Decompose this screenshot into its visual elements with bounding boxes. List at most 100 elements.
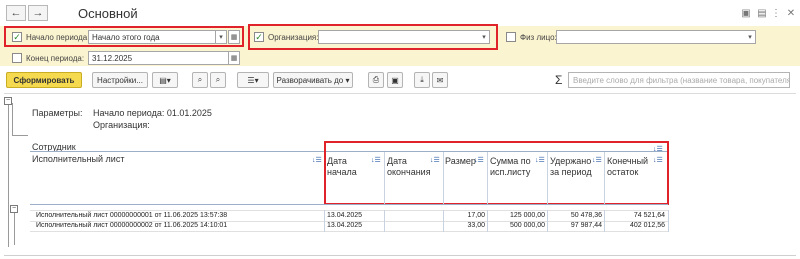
row-balance: 402 012,56 — [629, 222, 665, 229]
search-next-icon: ⌕ — [215, 75, 221, 84]
forward-button[interactable]: → — [28, 5, 48, 21]
expand-button[interactable]: Разворачивать до ▾ — [273, 72, 353, 88]
mail-icon: ✉ — [436, 75, 444, 85]
column-divider — [443, 152, 444, 204]
page-title: Основной — [78, 6, 138, 21]
row-name: Исполнительный лист 00000000001 от 11.06… — [36, 212, 228, 219]
period-end-checkbox[interactable] — [12, 53, 22, 63]
column-header-size: Размер — [445, 156, 476, 166]
outline-branch — [14, 213, 15, 245]
sum-icon[interactable]: Σ — [555, 73, 562, 87]
find-button[interactable]: ⌕ — [192, 72, 208, 88]
row-size: 33,00 — [467, 222, 485, 229]
column-divider — [324, 210, 325, 232]
arrow-right-icon: → — [32, 7, 44, 19]
download-icon: ⤓ — [420, 75, 424, 84]
column-divider — [668, 210, 669, 232]
email-button[interactable]: ✉ — [432, 72, 448, 88]
print-button[interactable]: ⎙ — [368, 72, 384, 88]
person-field[interactable] — [556, 30, 756, 44]
organization-checkbox[interactable]: ✓ — [254, 32, 264, 42]
variant-button[interactable]: ▤▾ — [152, 72, 178, 88]
find-next-button[interactable]: ⌕ — [210, 72, 226, 88]
back-button[interactable]: ← — [6, 5, 26, 21]
column-divider — [547, 210, 548, 232]
print-icon[interactable]: ▤ — [756, 7, 768, 19]
person-label: Физ лицо: — [520, 33, 557, 42]
row-separator — [30, 210, 668, 211]
sort-icon[interactable]: ↓☰ — [474, 156, 484, 164]
column-divider — [604, 152, 605, 204]
save-icon[interactable]: ▣ — [740, 7, 752, 19]
row-balance: 74 521,64 — [633, 212, 665, 219]
search-icon: ⌕ — [197, 75, 203, 84]
row-start: 13.04.2025 — [327, 212, 363, 219]
column-divider — [384, 152, 385, 204]
organization-field[interactable] — [318, 30, 490, 44]
org-line: Организация: — [93, 120, 150, 130]
row-sum: 500 000,00 — [509, 222, 545, 229]
sort-icon[interactable]: ↓☰ — [592, 156, 602, 164]
chevron-down-icon[interactable]: ▾ — [744, 30, 756, 44]
period-end-field[interactable]: 31.12.2025 — [88, 51, 229, 65]
expand-label: Разворачивать до — [276, 75, 344, 85]
period-start-checkbox[interactable]: ✓ — [12, 32, 22, 42]
header-bottom-line — [30, 204, 668, 205]
column-divider — [604, 210, 605, 232]
column-divider — [547, 152, 548, 204]
column-divider — [384, 210, 385, 232]
collapse-icon[interactable]: − — [10, 205, 18, 213]
sort-icon[interactable]: ↓☰ — [653, 145, 663, 153]
outline-branch — [12, 135, 28, 136]
collapse-icon[interactable]: − — [4, 97, 12, 105]
chevron-down-icon[interactable]: ▾ — [215, 30, 227, 44]
row-withheld: 97 987,44 — [570, 222, 602, 229]
column-header-balance: Конечный остаток — [607, 156, 649, 177]
generate-button[interactable]: Сформировать — [6, 72, 82, 88]
column-header-start: Дата начала — [327, 156, 357, 177]
chevron-down-icon[interactable]: ▾ — [478, 30, 490, 44]
period-end-label: Конец периода: — [26, 54, 85, 63]
report-top-border — [4, 93, 796, 94]
preview-button[interactable]: ▣ — [387, 72, 403, 88]
clipboard-icon: ▤▾ — [159, 75, 171, 85]
outline-ruler — [8, 97, 9, 247]
row-sum: 125 000,00 — [509, 212, 545, 219]
calendar-icon[interactable]: ▦ — [228, 51, 240, 65]
sort-icon[interactable]: ↓☰ — [535, 156, 545, 164]
sort-icon[interactable]: ↓☰ — [653, 156, 663, 164]
sort-icon[interactable]: ↓☰ — [430, 156, 440, 164]
calendar-icon[interactable]: ▦ — [228, 30, 240, 44]
period-start-label: Начало периода: — [26, 33, 90, 42]
period-line: Начало периода: 01.01.2025 — [93, 108, 212, 118]
row-start: 13.04.2025 — [327, 222, 363, 229]
column-divider — [487, 210, 488, 232]
row-name: Исполнительный лист 00000000002 от 11.06… — [36, 222, 228, 229]
column-divider — [443, 210, 444, 232]
arrow-left-icon: ← — [10, 7, 22, 19]
export-button[interactable]: ⤓ — [414, 72, 430, 88]
column-header-end: Дата окончания — [387, 156, 431, 177]
row-size: 17,00 — [467, 212, 485, 219]
column-header-withheld: Удержано за период — [550, 156, 592, 177]
column-header-sum: Сумма по исп.листу — [490, 156, 531, 177]
organization-label: Организация: — [268, 33, 319, 42]
close-icon[interactable]: ✕ — [785, 7, 797, 19]
row-withheld: 50 478,36 — [570, 212, 602, 219]
period-start-field[interactable]: Начало этого года — [88, 30, 216, 44]
person-checkbox[interactable] — [506, 32, 516, 42]
outline-branch — [12, 103, 13, 135]
more-icon[interactable]: ⋮ — [770, 7, 782, 19]
group-button[interactable]: ☰▾ — [237, 72, 269, 88]
print-icon: ⎙ — [372, 75, 380, 84]
sort-icon[interactable]: ↓☰ — [312, 156, 322, 164]
report-bottom-border — [4, 255, 796, 256]
settings-button[interactable]: Настройки... — [92, 72, 148, 88]
preview-icon: ▣ — [391, 75, 399, 85]
sort-icon[interactable]: ↓☰ — [371, 156, 381, 164]
search-input[interactable]: Введите слово для фильтра (название това… — [568, 72, 790, 88]
params-label: Параметры: — [32, 108, 83, 118]
list-icon: ☰▾ — [247, 75, 259, 85]
chevron-down-icon: ▾ — [345, 75, 350, 85]
row-separator — [30, 231, 668, 232]
